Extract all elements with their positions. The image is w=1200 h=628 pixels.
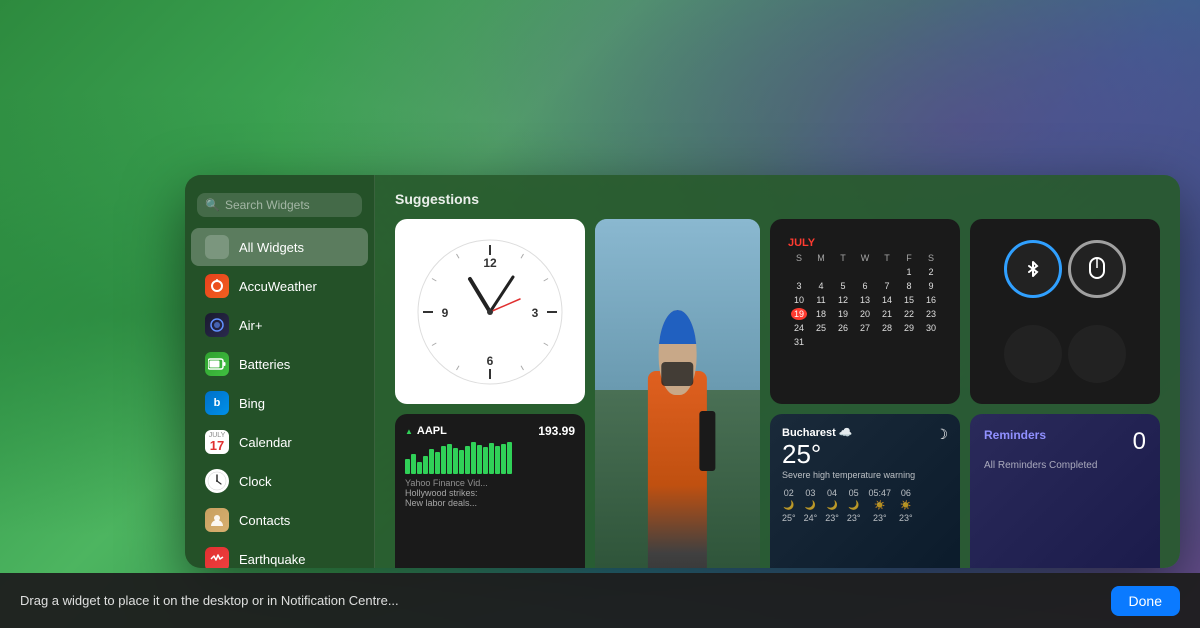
cal-days-header: SMTWTFS bbox=[788, 253, 942, 263]
weather-forecast-row: 02🌙25° 03🌙24° 04🌙23° 05🌙23° 05:47☀️23° bbox=[782, 488, 948, 523]
bluetooth-ring bbox=[1004, 240, 1062, 298]
calendar-icon: JULY 17 bbox=[205, 430, 229, 454]
sidebar-item-clock[interactable]: Clock bbox=[191, 462, 368, 500]
search-input[interactable] bbox=[225, 198, 354, 212]
photo-widget[interactable] bbox=[595, 219, 760, 568]
weather-header: Bucharest ☁️ 25° Severe high temperature… bbox=[782, 426, 948, 480]
forecast-5: 06☀️23° bbox=[899, 488, 913, 523]
bing-icon: b bbox=[205, 391, 229, 415]
bottom-bar: Drag a widget to place it on the desktop… bbox=[0, 573, 1200, 628]
forecast-2: 04🌙23° bbox=[825, 488, 839, 523]
svg-text:12: 12 bbox=[483, 256, 497, 270]
reminders-subtitle: All Reminders Completed bbox=[984, 460, 1146, 471]
sidebar-label-earthquake: Earthquake bbox=[239, 552, 306, 567]
search-bar-container: 🔍 bbox=[185, 185, 374, 227]
watch-circle-3 bbox=[1004, 325, 1062, 383]
airplus-icon bbox=[205, 313, 229, 337]
calendar-mini: JULY SMTWTFS 1 2 3 4 5 bbox=[780, 229, 950, 357]
bluetooth-icon bbox=[1022, 258, 1044, 280]
reminders-widget[interactable]: Reminders 0 All Reminders Completed bbox=[970, 414, 1160, 568]
weather-widget[interactable]: Bucharest ☁️ 25° Severe high temperature… bbox=[770, 414, 960, 568]
photo-background bbox=[595, 219, 760, 568]
sidebar-label-bing: Bing bbox=[239, 396, 265, 411]
sidebar-item-batteries[interactable]: Batteries bbox=[191, 345, 368, 383]
stock-news: Yahoo Finance Vid... Hollywood strikes: … bbox=[405, 478, 575, 508]
weather-location-block: Bucharest ☁️ 25° Severe high temperature… bbox=[782, 426, 915, 480]
bottom-instruction: Drag a widget to place it on the desktop… bbox=[20, 593, 399, 608]
forecast-0: 02🌙25° bbox=[782, 488, 796, 523]
clock-face-svg: 12 3 6 9 bbox=[415, 237, 565, 387]
stock-ticker-row: ▲ AAPL bbox=[405, 425, 447, 437]
sidebar-label-clock: Clock bbox=[239, 474, 272, 489]
weather-moon-icon[interactable]: ☽ bbox=[935, 426, 948, 443]
clock-widget[interactable]: 12 3 6 9 bbox=[395, 219, 585, 404]
accuweather-icon bbox=[205, 274, 229, 298]
forecast-3: 05🌙23° bbox=[847, 488, 861, 523]
weather-warning: Severe high temperature warning bbox=[782, 470, 915, 480]
sidebar-label-airplus: Air+ bbox=[239, 318, 262, 333]
search-icon: 🔍 bbox=[205, 198, 220, 212]
sidebar-label-batteries: Batteries bbox=[239, 357, 290, 372]
calendar-widget[interactable]: JULY SMTWTFS 1 2 3 4 5 bbox=[770, 219, 960, 404]
widget-picker-modal: 🔍 All Widgets AccuWeather Air+ bbox=[185, 175, 1180, 568]
forecast-1: 03🌙24° bbox=[804, 488, 818, 523]
search-input-wrapper[interactable]: 🔍 bbox=[197, 193, 362, 217]
sidebar-label-calendar: Calendar bbox=[239, 435, 292, 450]
stock-price: 193.99 bbox=[538, 424, 575, 438]
reminders-count: 0 bbox=[1133, 428, 1146, 456]
sidebar-label-all-widgets: All Widgets bbox=[239, 240, 304, 255]
sidebar-item-contacts[interactable]: Contacts bbox=[191, 501, 368, 539]
svg-text:9: 9 bbox=[442, 306, 449, 320]
svg-text:3: 3 bbox=[532, 306, 539, 320]
mouse-ring bbox=[1068, 240, 1126, 298]
stock-chart bbox=[405, 442, 575, 474]
cal-month: JULY bbox=[788, 237, 942, 249]
earthquake-icon bbox=[205, 547, 229, 568]
stock-up-icon: ▲ bbox=[405, 427, 413, 436]
clock-icon bbox=[205, 469, 229, 493]
sidebar-item-calendar[interactable]: JULY 17 Calendar bbox=[191, 423, 368, 461]
main-content: Suggestions bbox=[375, 175, 1180, 568]
svg-text:6: 6 bbox=[487, 354, 494, 368]
sidebar-item-accuweather[interactable]: AccuWeather bbox=[191, 267, 368, 305]
weather-city: Bucharest ☁️ bbox=[782, 426, 915, 439]
stock-ticker: AAPL bbox=[417, 425, 447, 437]
sidebar-label-contacts: Contacts bbox=[239, 513, 290, 528]
reminders-title: Reminders bbox=[984, 428, 1046, 442]
suggestions-title: Suggestions bbox=[395, 191, 479, 207]
stock-widget[interactable]: ▲ AAPL 193.99 bbox=[395, 414, 585, 568]
contacts-icon bbox=[205, 508, 229, 532]
watch-widget[interactable] bbox=[970, 219, 1160, 404]
batteries-icon bbox=[205, 352, 229, 376]
suggestions-header: Suggestions bbox=[395, 191, 1160, 207]
forecast-4: 05:47☀️23° bbox=[869, 488, 892, 523]
person-silhouette bbox=[624, 295, 731, 568]
all-widgets-icon bbox=[205, 235, 229, 259]
widget-sidebar: 🔍 All Widgets AccuWeather Air+ bbox=[185, 175, 375, 568]
sidebar-item-earthquake[interactable]: Earthquake bbox=[191, 540, 368, 568]
suggestions-grid: 12 3 6 9 JULY SMTWTF bbox=[395, 219, 1160, 568]
weather-temp: 25° bbox=[782, 439, 915, 470]
watch-circle-4 bbox=[1068, 325, 1126, 383]
reminders-header: Reminders 0 bbox=[984, 428, 1146, 456]
mouse-icon bbox=[1087, 257, 1107, 281]
sidebar-label-accuweather: AccuWeather bbox=[239, 279, 317, 294]
sidebar-item-airplus[interactable]: Air+ bbox=[191, 306, 368, 344]
done-button[interactable]: Done bbox=[1111, 586, 1180, 616]
sidebar-item-bing[interactable]: b Bing bbox=[191, 384, 368, 422]
sidebar-item-all-widgets[interactable]: All Widgets bbox=[191, 228, 368, 266]
stock-header: ▲ AAPL 193.99 bbox=[405, 424, 575, 438]
cal-days-grid: 1 2 3 4 5 6 7 8 9 10 11 12 13 14 bbox=[788, 265, 942, 349]
